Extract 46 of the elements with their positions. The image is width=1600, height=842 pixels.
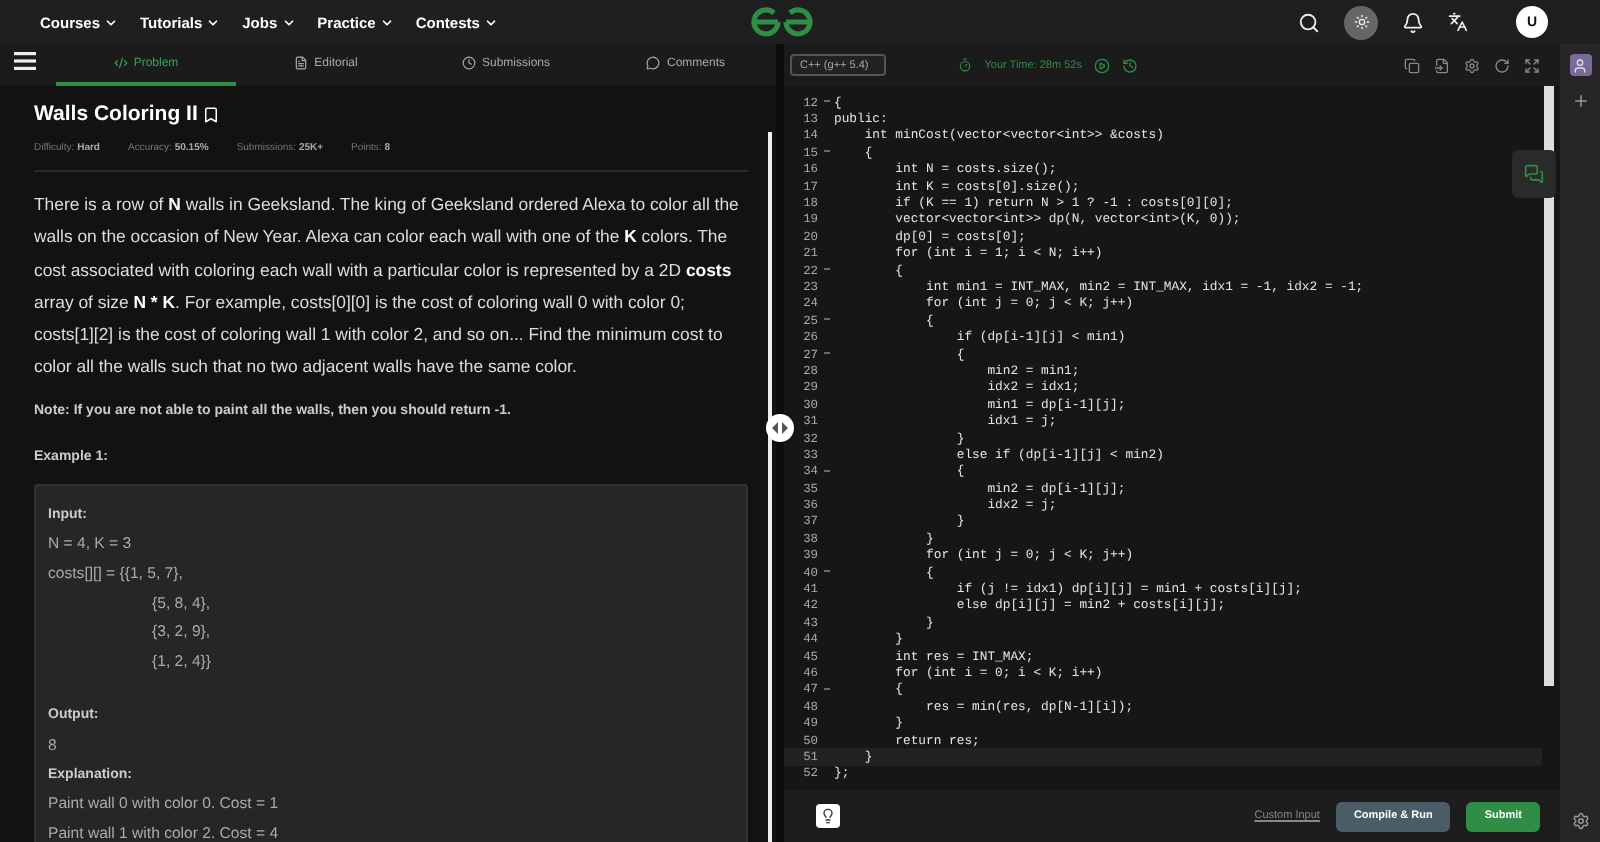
document-icon — [294, 56, 309, 70]
timer-icon — [958, 58, 973, 72]
chevron-icon — [483, 15, 498, 29]
chat-button[interactable] — [1512, 150, 1556, 198]
chevron-icon — [206, 15, 221, 29]
sun-icon — [1353, 14, 1369, 30]
theme-toggle-button[interactable] — [1344, 5, 1378, 39]
fold-icon[interactable] — [823, 100, 829, 105]
comment-icon — [646, 56, 661, 70]
hint-button[interactable] — [816, 804, 840, 828]
settings-icon[interactable] — [1464, 57, 1480, 73]
fold-icon[interactable] — [823, 570, 829, 575]
fold-icon[interactable] — [823, 469, 829, 474]
scrollbar[interactable] — [1544, 86, 1554, 686]
fullscreen-icon[interactable] — [1524, 57, 1540, 73]
fold-icon[interactable] — [823, 318, 829, 323]
profile-button[interactable] — [1569, 54, 1591, 76]
fold-icon[interactable] — [823, 268, 829, 273]
fold-icon[interactable] — [823, 150, 829, 155]
fold-icon[interactable] — [823, 687, 829, 692]
lightbulb-icon — [820, 808, 836, 824]
chevron-icon — [379, 15, 394, 29]
copy-icon[interactable] — [1404, 57, 1420, 73]
scrollbar[interactable] — [768, 132, 772, 842]
file-icon[interactable] — [1434, 57, 1450, 73]
arrows-icon — [772, 422, 788, 434]
settings-icon[interactable] — [1571, 812, 1589, 830]
reset-icon[interactable] — [1494, 57, 1510, 73]
problem-description: There is a row of N walls in Geeksland. The king of Geeksland ordered Alexa to color all the walls on the occasion of New Year. Alexa can color each wall with one of the K colors. The cost associated with coloring each wall with a particular color is represented by a 2D costs array of size N * K. For example, costs[0][0] is the cost of coloring wall 0 with color 0; costs[1][2] is the cost of coloring wall 1 with color 2, and so on... Find the minimum cost to color all the walls such that no two adjacent walls have the same color. — [34, 192, 741, 381]
history-icon[interactable] — [1121, 57, 1138, 73]
logo-icon — [748, 6, 816, 38]
chevron-icon — [104, 15, 119, 29]
bell-icon[interactable] — [1402, 11, 1424, 33]
search-icon[interactable] — [1298, 11, 1320, 33]
bookmark-icon[interactable] — [201, 105, 220, 123]
code-icon — [113, 56, 128, 70]
fold-icon[interactable] — [823, 352, 829, 357]
chevron-icon — [281, 15, 296, 29]
user-icon — [1572, 57, 1588, 73]
translate-icon[interactable] — [1448, 12, 1468, 32]
problem-title: Walls Coloring II — [34, 102, 198, 126]
clock-icon — [461, 56, 476, 70]
chat-icon — [1524, 164, 1544, 184]
plus-icon[interactable] — [1571, 92, 1589, 110]
play-icon[interactable] — [1093, 57, 1110, 73]
menu-icon[interactable] — [14, 52, 36, 70]
